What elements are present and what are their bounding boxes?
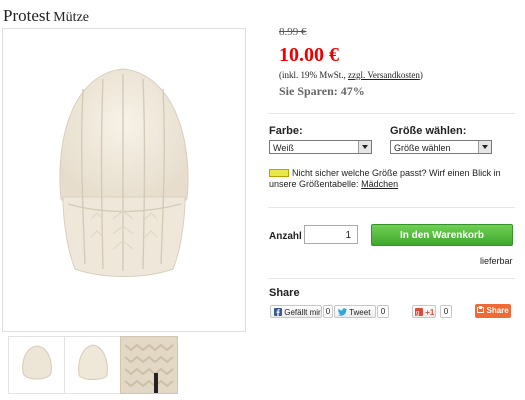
share-title: Share — [269, 287, 300, 299]
size-select-value: Größe wählen — [394, 143, 451, 153]
tax-note: (inkl. 19% MwSt., zzgl. Versandkosten) — [279, 70, 423, 80]
current-price: 10.00 € — [279, 44, 339, 66]
tax-prefix: (inkl. 19% MwSt., — [279, 70, 346, 80]
main-product-image[interactable] — [2, 28, 246, 332]
select-arrow-icon — [358, 141, 371, 153]
thumbnail-1[interactable] — [8, 336, 66, 394]
quantity-label: Anzahl — [269, 231, 302, 242]
share-icon — [477, 306, 485, 314]
divider — [268, 278, 515, 279]
svg-text:g: g — [416, 310, 419, 316]
divider — [268, 113, 515, 114]
beanie-thumb-image — [22, 345, 52, 380]
facebook-like-label: Gefällt mir — [284, 308, 321, 317]
knit-detail-image — [121, 337, 177, 393]
tax-suffix: ) — [419, 70, 423, 80]
color-label: Farbe: — [269, 125, 303, 137]
thumbnail-2[interactable] — [64, 336, 122, 394]
add-to-cart-button[interactable]: In den Warenkorb — [371, 224, 513, 246]
tweet-label: Tweet — [349, 308, 371, 317]
shipping-costs-link[interactable]: zzgl. Versandkosten — [348, 70, 420, 80]
facebook-like-button[interactable]: Gefällt mir — [270, 305, 322, 318]
google-plus-icon: g — [415, 307, 423, 316]
thumbnail-3[interactable] — [120, 336, 178, 394]
tweet-count: 0 — [377, 305, 389, 318]
google-plus-button[interactable]: g +1 — [412, 305, 436, 318]
stock-status: lieferbar — [480, 256, 513, 266]
size-select[interactable]: Größe wählen — [390, 140, 492, 154]
tweet-button[interactable]: Tweet — [334, 305, 376, 318]
size-hint: Nicht sicher welche Größe passt? Wirf ei… — [269, 168, 514, 190]
share-button-label: Share — [486, 306, 509, 315]
facebook-icon — [274, 307, 282, 316]
size-label: Größe wählen: — [390, 125, 467, 137]
select-arrow-icon — [478, 141, 491, 153]
divider — [268, 207, 515, 208]
old-price: 8.99 € — [279, 26, 307, 38]
google-plus-label: +1 — [425, 308, 435, 317]
facebook-count: 0 — [323, 305, 333, 318]
size-chart-link[interactable]: Mädchen — [361, 179, 398, 189]
beanie-thumb-image — [78, 344, 108, 380]
quantity-input[interactable]: 1 — [304, 225, 358, 244]
google-plus-count: 0 — [440, 305, 452, 318]
color-select-value: Weiß — [273, 143, 294, 153]
twitter-icon — [338, 308, 347, 316]
beanie-image — [59, 68, 189, 277]
ruler-icon — [269, 168, 289, 177]
product-name: Mütze — [53, 10, 89, 25]
color-select[interactable]: Weiß — [269, 140, 372, 154]
savings-text: Sie Sparen: 47% — [279, 84, 365, 98]
brand-name: Protest — [3, 6, 51, 25]
page-title: Protest Mütze — [3, 6, 89, 26]
share-button[interactable]: Share — [475, 304, 511, 318]
